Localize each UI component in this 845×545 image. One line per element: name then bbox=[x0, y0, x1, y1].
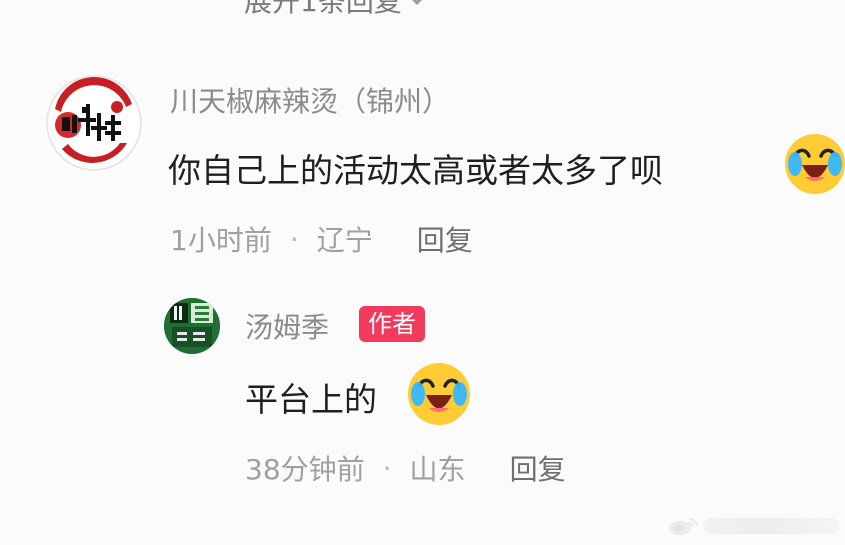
reply-text: 平台上的 bbox=[245, 380, 377, 419]
avatar[interactable] bbox=[164, 298, 220, 354]
watermark-text-blur bbox=[703, 518, 839, 534]
reply-button[interactable]: 回复 bbox=[417, 219, 473, 259]
watermark bbox=[667, 515, 839, 537]
laugh-cry-emoji-icon bbox=[407, 362, 471, 426]
reply-author[interactable]: 汤姆季 bbox=[245, 306, 329, 346]
reply-button[interactable]: 回复 bbox=[510, 448, 566, 488]
laugh-cry-emoji-icon bbox=[784, 133, 845, 195]
comment-text: 你自己上的活动太高或者太多了呗 bbox=[168, 151, 663, 190]
shop-sign-icon bbox=[164, 298, 220, 354]
weibo-logo-icon bbox=[669, 518, 698, 535]
expand-replies-link[interactable]: 展开1条回复 bbox=[244, 0, 427, 18]
author-badge: 作者 bbox=[359, 306, 425, 342]
comment-location: 辽宁 bbox=[316, 224, 373, 257]
reply-meta: 38分钟前 · 山东 回复 bbox=[245, 448, 566, 488]
reply-location: 山东 bbox=[409, 453, 466, 486]
comment-author[interactable]: 川天椒麻辣烫（锦州） bbox=[170, 80, 450, 120]
reply-time: 38分钟前 bbox=[245, 453, 365, 486]
brand-logo-icon bbox=[44, 73, 144, 173]
comment-time: 1小时前 bbox=[170, 224, 272, 257]
chevron-down-icon bbox=[406, 0, 427, 5]
expand-replies-label: 展开1条回复 bbox=[244, 0, 402, 18]
meta-separator: · bbox=[289, 222, 299, 256]
comment-meta: 1小时前 · 辽宁 回复 bbox=[170, 219, 473, 259]
meta-separator: · bbox=[382, 451, 392, 485]
avatar[interactable] bbox=[44, 73, 144, 173]
